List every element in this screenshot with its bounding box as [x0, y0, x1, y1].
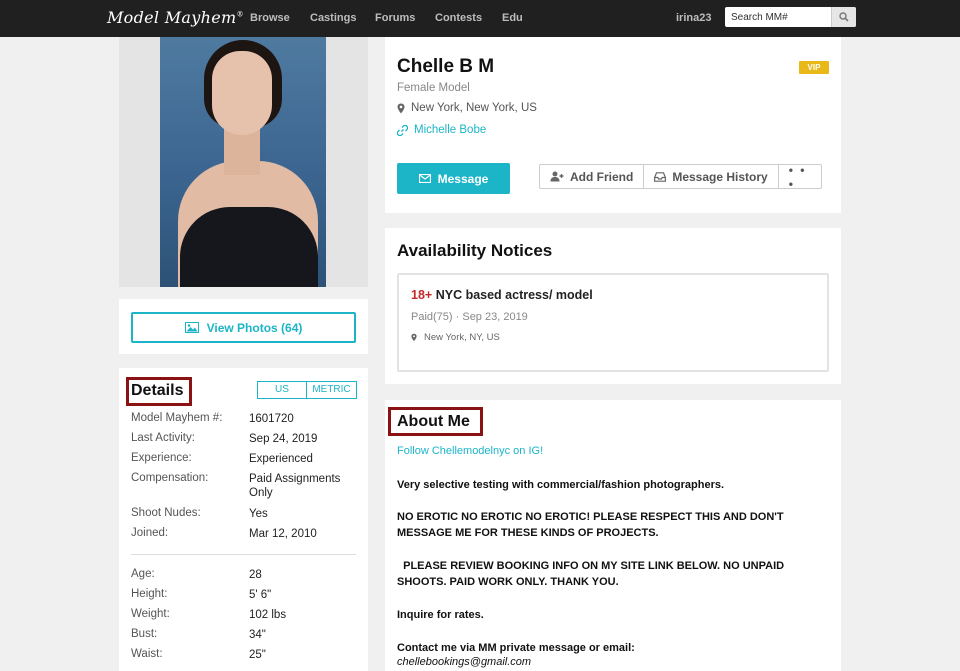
site-logo[interactable]: Model Mayhem® — [107, 8, 244, 27]
message-button-label: Message — [437, 171, 489, 186]
details-panel: Details US METRIC Model Mayhem #: 160172… — [119, 368, 368, 671]
details-divider — [131, 554, 356, 555]
add-user-icon — [550, 171, 564, 182]
nav-edu[interactable]: Edu — [502, 12, 523, 24]
profile-photo[interactable] — [160, 37, 326, 287]
about-title: About Me — [397, 413, 470, 430]
more-options-icon: • • • — [788, 162, 807, 191]
nav-forums[interactable]: Forums — [375, 12, 415, 24]
detail-label-last-activity: Last Activity: — [131, 432, 195, 444]
stat-value-age: 28 — [249, 569, 262, 581]
notice-title-text: NYC based actress/ model — [435, 288, 593, 302]
about-instagram-link[interactable]: Follow Chellemodelnyc on IG! — [397, 445, 543, 457]
unit-toggle: US METRIC — [257, 381, 357, 399]
stat-label-height: Height: — [131, 588, 168, 600]
detail-label-compensation: Compensation: — [131, 472, 209, 484]
image-icon — [184, 322, 199, 333]
nav-browse[interactable]: Browse — [250, 12, 290, 24]
vip-badge: VIP — [799, 61, 829, 74]
nav-username[interactable]: irina23 — [676, 12, 711, 24]
inbox-icon — [654, 171, 667, 182]
notice-location: New York, NY, US — [411, 332, 500, 343]
search-button[interactable] — [831, 7, 856, 27]
detail-value-compensation: Paid Assignments Only — [249, 473, 341, 499]
about-panel: About Me Follow Chellemodelnyc on IG! Ve… — [385, 400, 841, 671]
about-paragraph-2: NO EROTIC NO EROTIC NO EROTIC! PLEASE RE… — [397, 511, 784, 539]
photo-top — [180, 207, 318, 287]
stat-value-weight: 102 lbs — [249, 609, 287, 621]
stat-label-waist: Waist: — [131, 648, 163, 660]
profile-photo-panel — [119, 37, 368, 287]
about-paragraph-4: Inquire for rates. — [397, 609, 484, 621]
add-friend-button[interactable]: Add Friend — [540, 165, 645, 188]
profile-action-group: Add Friend Message History • • • — [539, 162, 822, 191]
more-options-button[interactable]: • • • — [779, 162, 821, 191]
notice-title: 18+ NYC based actress/ model — [411, 288, 593, 302]
detail-value-shoot-nudes: Yes — [249, 508, 268, 520]
detail-label-joined: Joined: — [131, 527, 169, 539]
detail-label-experience: Experience: — [131, 452, 192, 464]
detail-label-mm-number: Model Mayhem #: — [131, 412, 223, 424]
unit-metric-button[interactable]: METRIC — [307, 382, 356, 398]
map-pin-icon — [397, 103, 405, 113]
map-pin-icon — [411, 333, 417, 342]
add-friend-label: Add Friend — [570, 169, 634, 184]
view-photos-panel: View Photos (64) — [119, 299, 368, 354]
detail-value-joined: Mar 12, 2010 — [249, 528, 317, 540]
about-paragraph-5: Contact me via MM private message or ema… — [397, 642, 635, 654]
stat-label-weight: Weight: — [131, 608, 170, 620]
unit-us-button[interactable]: US — [258, 382, 307, 398]
about-email[interactable]: chellebookings@gmail.com — [397, 656, 531, 668]
detail-value-mm-number: 1601720 — [249, 413, 294, 425]
availability-notice-card[interactable]: 18+ NYC based actress/ model Paid(75) · … — [397, 273, 829, 372]
about-paragraph-3: PLEASE REVIEW BOOKING INFO ON MY SITE LI… — [397, 560, 788, 588]
detail-value-last-activity: Sep 24, 2019 — [249, 433, 318, 445]
availability-title: Availability Notices — [397, 241, 553, 260]
search-input[interactable] — [725, 7, 830, 27]
profile-location-text: New York, New York, US — [411, 102, 537, 114]
message-history-label: Message History — [672, 169, 768, 184]
stat-value-waist: 25" — [249, 649, 266, 661]
view-photos-label: View Photos (64) — [206, 320, 303, 335]
nav-castings[interactable]: Castings — [310, 12, 356, 24]
stat-label-bust: Bust: — [131, 628, 158, 640]
details-title: Details — [131, 382, 184, 399]
stat-value-height: 5' 6" — [249, 589, 272, 601]
profile-name: Chelle B M — [397, 56, 495, 77]
profile-website-text: Michelle Bobe — [414, 124, 487, 136]
search-icon — [839, 12, 849, 22]
envelope-icon — [418, 174, 431, 183]
message-history-button[interactable]: Message History — [644, 165, 779, 188]
stat-label-age: Age: — [131, 568, 155, 580]
search-box — [725, 7, 856, 27]
availability-panel: Availability Notices 18+ NYC based actre… — [385, 228, 841, 384]
stat-value-bust: 34" — [249, 629, 266, 641]
view-photos-button[interactable]: View Photos (64) — [131, 312, 356, 343]
nav-contests[interactable]: Contests — [435, 12, 482, 24]
detail-label-shoot-nudes: Shoot Nudes: — [131, 507, 201, 519]
profile-location: New York, New York, US — [397, 102, 537, 114]
detail-value-experience: Experienced — [249, 453, 313, 465]
message-button[interactable]: Message — [397, 163, 510, 194]
top-nav: Model Mayhem® Browse Castings Forums Con… — [0, 0, 960, 37]
about-paragraph-1: Very selective testing with commercial/f… — [397, 479, 725, 491]
notice-location-text: New York, NY, US — [424, 332, 500, 343]
notice-meta: Paid(75) · Sep 23, 2019 — [411, 311, 528, 323]
notice-age-tag: 18+ — [411, 288, 433, 302]
profile-header-panel: Chelle B M VIP Female Model New York, Ne… — [385, 37, 841, 213]
profile-type: Female Model — [397, 82, 470, 94]
link-icon — [397, 124, 408, 136]
profile-website-link[interactable]: Michelle Bobe — [397, 124, 486, 136]
photo-face — [212, 51, 272, 135]
